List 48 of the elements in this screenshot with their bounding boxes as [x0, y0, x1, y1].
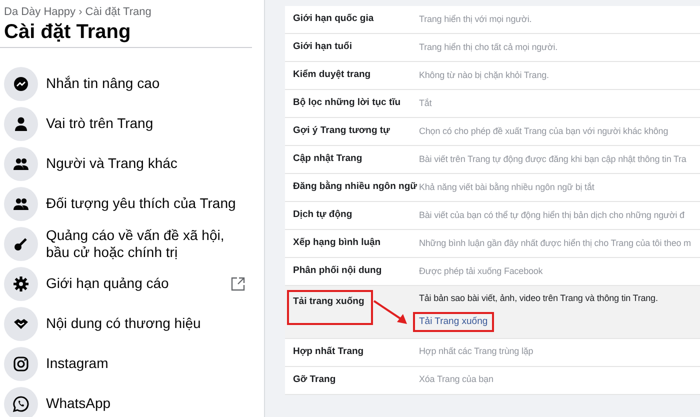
- sidebar-item[interactable]: Đối tượng yêu thích của Trang: [0, 186, 250, 222]
- person-icon: [13, 116, 29, 132]
- setting-label[interactable]: Giới hạn tuổi: [285, 40, 419, 55]
- setting-value: Những bình luận gần đây nhất được hiển thị cho Trang của tôi theo m: [419, 236, 691, 250]
- setting-value: Trang hiển thị với mọi người.: [419, 12, 532, 26]
- setting-label[interactable]: Dịch tự động: [285, 208, 419, 223]
- sidebar-item[interactable]: Vai trò trên Trang: [0, 106, 250, 142]
- setting-label[interactable]: Hợp nhất Trang: [285, 344, 419, 360]
- setting-label[interactable]: Xếp hạng bình luận: [285, 236, 419, 251]
- people-icon: [13, 196, 29, 212]
- sidebar-item[interactable]: WhatsApp: [0, 386, 250, 417]
- page-title: Cài đặt Trang: [4, 20, 132, 42]
- sidebar-item[interactable]: Nội dung có thương hiệu: [0, 306, 250, 342]
- gear-icon: [13, 276, 29, 292]
- setting-value: Tải bản sao bài viết, ảnh, video trên Trang và thông tin Trang.: [419, 292, 658, 305]
- setting-label[interactable]: Gỡ Trang: [285, 372, 419, 388]
- setting-value: Xóa Trang của bạn: [419, 373, 494, 386]
- setting-label[interactable]: Bộ lọc những lời tục tĩu: [285, 96, 419, 111]
- phone-chat-icon: [13, 396, 29, 412]
- setting-label[interactable]: Tải trang xuống: [289, 292, 371, 324]
- setting-label[interactable]: Kiểm duyệt trang: [285, 68, 419, 83]
- setting-label[interactable]: Phân phối nội dung: [285, 264, 419, 279]
- setting-value: Tắt: [419, 96, 432, 110]
- sidebar-item[interactable]: Người và Trang khác: [0, 146, 250, 182]
- messenger-icon: [13, 76, 29, 92]
- setting-value: Khả năng viết bài bằng nhiều ngôn ngữ bị tắt: [419, 180, 594, 194]
- key-icon: [13, 236, 29, 252]
- breadcrumb[interactable]: Da Dày Happy › Cài đặt Trang: [4, 4, 244, 20]
- sidebar-item[interactable]: Instagram: [0, 346, 250, 382]
- setting-value: Hợp nhất các Trang trùng lặp: [419, 345, 534, 358]
- setting-label[interactable]: Gợi ý Trang tương tự: [285, 124, 419, 139]
- sidebar-item[interactable]: Giới hạn quảng cáo: [0, 266, 250, 302]
- setting-value: Chọn có cho phép đề xuất Trang của bạn với người khác không: [419, 124, 668, 138]
- setting-value: Bài viết trên Trang tự động được đăng khi bạn cập nhật thông tin Tra: [419, 152, 686, 166]
- setting-value: Không từ nào bị chặn khỏi Trang.: [419, 68, 549, 82]
- people-icon: [13, 156, 29, 172]
- camera-icon: [13, 356, 29, 372]
- sidebar-item[interactable]: Quảng cáo về vấn đề xã hội, bầu cử hoặc chính trị: [0, 226, 250, 262]
- setting-label[interactable]: Cập nhật Trang: [285, 152, 419, 167]
- annotation-arrow: [373, 300, 409, 326]
- download-page-link[interactable]: Tải Trang xuống: [415, 314, 492, 330]
- setting-label[interactable]: Đăng bằng nhiều ngôn ngữ: [285, 180, 419, 195]
- external-link-icon: [230, 276, 246, 292]
- setting-value: Được phép tải xuống Facebook: [419, 264, 543, 278]
- sidebar-item[interactable]: Nhắn tin nâng cao: [0, 66, 250, 102]
- setting-label[interactable]: Giới hạn quốc gia: [285, 12, 419, 27]
- setting-value: Bài viết của bạn có thể tự động hiển thị bản dịch cho những người đ: [419, 208, 684, 222]
- setting-value: Trang hiển thị cho tất cả mọi người.: [419, 40, 558, 54]
